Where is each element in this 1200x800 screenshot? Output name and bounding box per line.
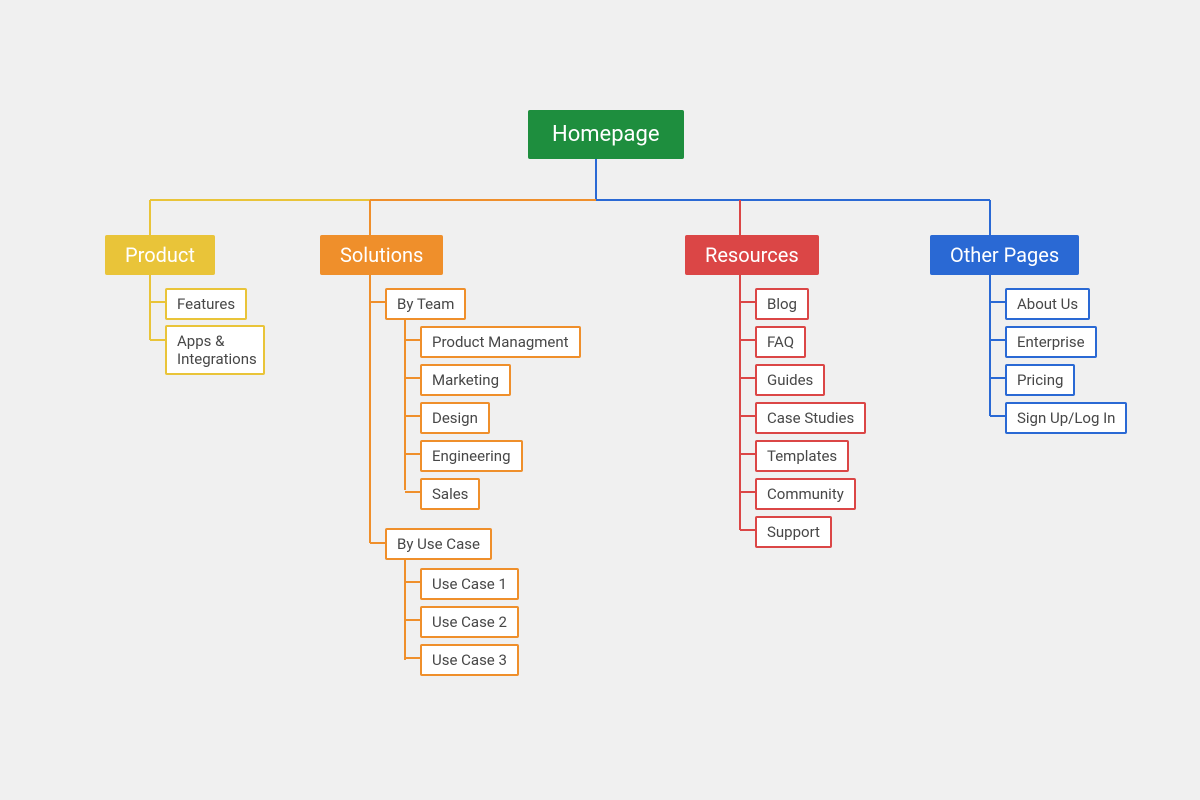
root-node[interactable]: Homepage [528,110,684,159]
leaf-faq[interactable]: FAQ [755,326,806,358]
leaf-support[interactable]: Support [755,516,832,548]
leaf-product-management[interactable]: Product Managment [420,326,581,358]
leaf-blog[interactable]: Blog [755,288,809,320]
leaf-guides[interactable]: Guides [755,364,825,396]
leaf-apps-integrations[interactable]: Apps & Integrations [165,325,265,375]
leaf-use-case-3[interactable]: Use Case 3 [420,644,519,676]
leaf-case-studies[interactable]: Case Studies [755,402,866,434]
sitemap-canvas: Homepage Product Features Apps & Integra… [0,0,1200,800]
section-resources[interactable]: Resources [685,235,819,275]
leaf-about-us[interactable]: About Us [1005,288,1090,320]
section-solutions[interactable]: Solutions [320,235,443,275]
leaf-templates[interactable]: Templates [755,440,849,472]
leaf-sales[interactable]: Sales [420,478,480,510]
leaf-design[interactable]: Design [420,402,490,434]
group-by-use-case[interactable]: By Use Case [385,528,492,560]
leaf-marketing[interactable]: Marketing [420,364,511,396]
leaf-engineering[interactable]: Engineering [420,440,523,472]
leaf-use-case-1[interactable]: Use Case 1 [420,568,519,600]
leaf-features[interactable]: Features [165,288,247,320]
section-other-pages[interactable]: Other Pages [930,235,1079,275]
section-product[interactable]: Product [105,235,215,275]
group-by-team[interactable]: By Team [385,288,466,320]
leaf-signup-login[interactable]: Sign Up/Log In [1005,402,1127,434]
leaf-enterprise[interactable]: Enterprise [1005,326,1097,358]
leaf-community[interactable]: Community [755,478,856,510]
leaf-pricing[interactable]: Pricing [1005,364,1075,396]
leaf-use-case-2[interactable]: Use Case 2 [420,606,519,638]
